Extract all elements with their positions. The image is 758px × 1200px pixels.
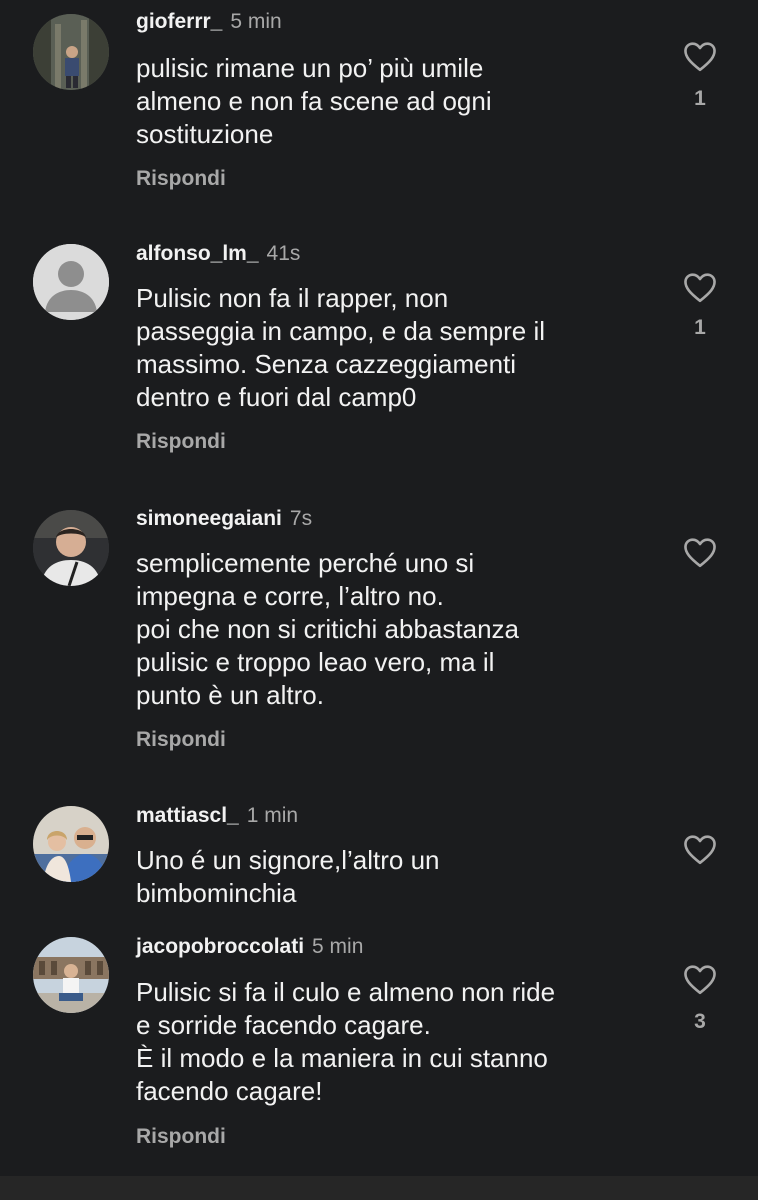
reply-button[interactable]: Rispondi bbox=[136, 167, 226, 191]
comment-text: Uno é un signore,l’altro un bimbominchia bbox=[136, 845, 440, 908]
timestamp: 1 min bbox=[246, 804, 299, 827]
comment-meta: mattiascl_ 1 min bbox=[136, 802, 298, 830]
username[interactable]: mattiascl_ bbox=[136, 804, 239, 827]
timestamp: 7s bbox=[289, 507, 313, 530]
like-count: 1 bbox=[694, 87, 706, 110]
reply-button[interactable]: Rispondi bbox=[136, 1125, 226, 1149]
heart-icon[interactable] bbox=[682, 271, 718, 303]
heart-icon[interactable] bbox=[682, 40, 718, 72]
timestamp: 41s bbox=[266, 242, 301, 265]
like-count: 1 bbox=[694, 316, 706, 339]
avatar[interactable] bbox=[33, 244, 109, 320]
username[interactable]: simoneegaiani bbox=[136, 507, 282, 530]
reply-button[interactable]: Rispondi bbox=[136, 430, 226, 454]
comment-text: pulisic rimane un po’ più umile almeno e… bbox=[136, 53, 492, 149]
avatar[interactable] bbox=[33, 14, 109, 90]
comment-meta: jacopobroccolati 5 min bbox=[136, 933, 363, 961]
avatar-photo-icon bbox=[33, 14, 109, 90]
comment-text: Pulisic non fa il rapper, non passeggia … bbox=[136, 283, 546, 412]
username[interactable]: jacopobroccolati bbox=[136, 935, 304, 958]
comment-text: Pulisic si fa il culo e almeno non ride … bbox=[136, 977, 556, 1106]
comment-meta: gioferrr_ 5 min bbox=[136, 8, 282, 36]
comment-text: semplicemente perché uno si impegna e co… bbox=[136, 548, 520, 710]
timestamp: 5 min bbox=[312, 935, 364, 958]
bottom-bar bbox=[0, 1176, 758, 1200]
default-avatar-icon bbox=[33, 244, 109, 320]
avatar-photo-icon bbox=[33, 510, 109, 586]
heart-icon[interactable] bbox=[682, 536, 718, 568]
username[interactable]: gioferrr_ bbox=[136, 10, 222, 33]
avatar[interactable] bbox=[33, 937, 109, 1013]
comment-meta: simoneegaiani 7s bbox=[136, 505, 312, 533]
heart-icon[interactable] bbox=[682, 963, 718, 995]
avatar-photo-icon bbox=[33, 806, 109, 882]
avatar-photo-icon bbox=[33, 937, 109, 1013]
avatar[interactable] bbox=[33, 510, 109, 586]
heart-icon[interactable] bbox=[682, 833, 718, 865]
comment-meta: alfonso_lm_ 41s bbox=[136, 240, 300, 268]
username[interactable]: alfonso_lm_ bbox=[136, 242, 259, 265]
avatar[interactable] bbox=[33, 806, 109, 882]
like-count: 3 bbox=[694, 1010, 706, 1033]
timestamp: 5 min bbox=[230, 10, 282, 33]
reply-button[interactable]: Rispondi bbox=[136, 728, 226, 752]
